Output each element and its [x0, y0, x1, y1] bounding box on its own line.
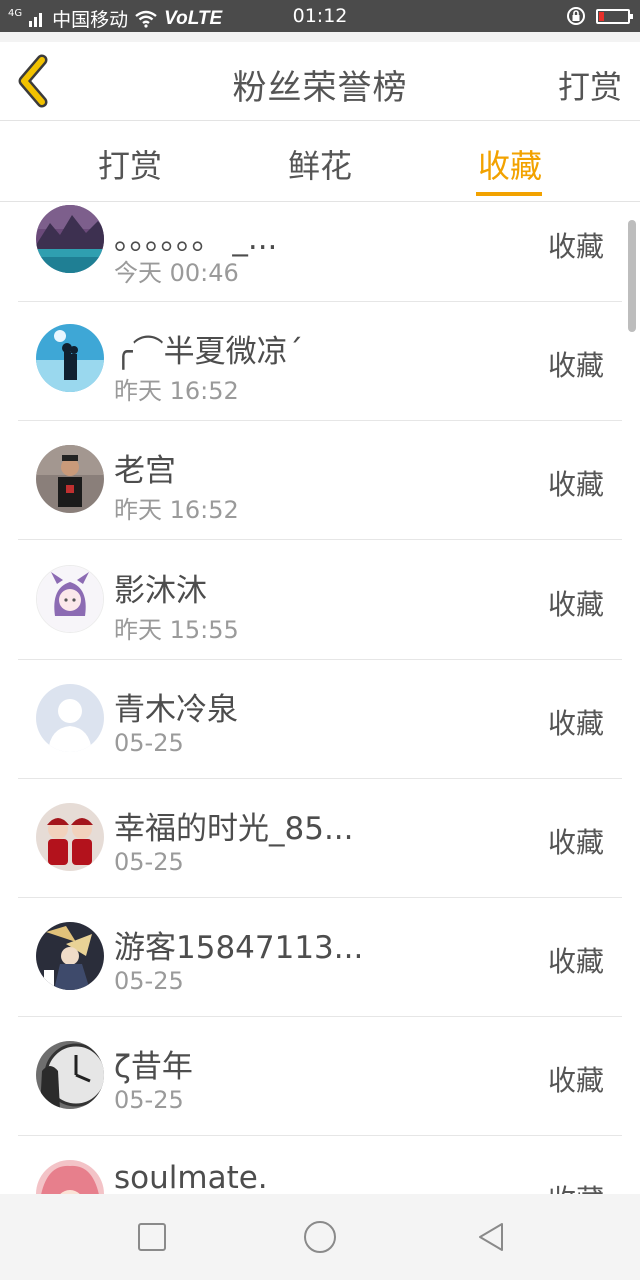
list-item[interactable]: 幸福的时光_85... 05-25 收藏	[0, 779, 640, 898]
avatar	[36, 205, 104, 273]
recent-apps-button[interactable]	[136, 1221, 168, 1253]
fan-name: 青木冷泉	[114, 692, 238, 728]
fan-action: 收藏	[547, 707, 604, 740]
tab-flowers[interactable]: 鲜花	[250, 141, 390, 187]
fan-time: 今天 00:46	[114, 259, 239, 287]
fan-time: 昨天 16:52	[114, 496, 239, 524]
tab-reward[interactable]: 打赏	[60, 141, 200, 187]
home-button[interactable]	[302, 1219, 338, 1255]
circle-icon	[304, 1221, 336, 1253]
triangle-back-icon	[479, 1223, 503, 1251]
avatar	[36, 565, 104, 633]
fan-action: 收藏	[547, 468, 604, 501]
avatar	[36, 922, 104, 990]
system-nav-bar	[0, 1194, 640, 1280]
status-gap	[0, 32, 640, 42]
list-item[interactable]: ╭⌒半夏微凉΄ 昨天 16:52 收藏	[0, 302, 640, 421]
scrollbar[interactable]	[628, 220, 636, 332]
avatar	[36, 1160, 104, 1194]
fan-name: ζ昔年	[114, 1049, 193, 1085]
fan-action: 收藏	[547, 230, 604, 263]
fan-time: 昨天 15:55	[114, 616, 239, 644]
fan-name: 游客15847113...	[114, 930, 364, 966]
fan-time: 05-25	[114, 729, 184, 757]
list-item[interactable]: 。。。。。。 _... 今天 00:46 收藏	[0, 202, 640, 302]
square-icon	[138, 1223, 166, 1251]
fan-time: 昨天 16:52	[114, 377, 239, 405]
fan-name: 影沐沐	[114, 573, 207, 609]
fan-name: soulmate.	[114, 1160, 268, 1194]
fan-time: 05-25	[114, 967, 184, 995]
tab-bar: 打赏 鲜花 收藏	[0, 121, 640, 202]
fan-name: 幸福的时光_85...	[114, 811, 354, 847]
fan-action: 收藏	[547, 826, 604, 859]
avatar	[36, 684, 104, 752]
list-item[interactable]: 青木冷泉 05-25 收藏	[0, 660, 640, 779]
reward-button[interactable]: 打赏	[558, 62, 622, 108]
list-item[interactable]: 老宫 昨天 16:52 收藏	[0, 421, 640, 540]
clock: 01:12	[292, 5, 348, 27]
list-item[interactable]: 影沐沐 昨天 15:55 收藏	[0, 541, 640, 660]
fan-action: 收藏	[547, 1064, 604, 1097]
list-item[interactable]: ζ昔年 05-25 收藏	[0, 1017, 640, 1136]
fan-action: 收藏	[547, 588, 604, 621]
rotation-lock-icon	[567, 7, 585, 25]
list-item[interactable]: 游客15847113... 05-25 收藏	[0, 898, 640, 1017]
avatar	[36, 324, 104, 392]
fan-action: 收藏	[547, 945, 604, 978]
active-tab-indicator	[476, 192, 542, 196]
tab-favorites[interactable]: 收藏	[440, 141, 580, 187]
divider	[18, 539, 622, 540]
avatar	[36, 803, 104, 871]
list-item[interactable]: soulmate. 收藏	[0, 1136, 640, 1194]
fan-time: 05-25	[114, 848, 184, 876]
avatar	[36, 445, 104, 513]
fan-time: 05-25	[114, 1086, 184, 1114]
fan-action: 收藏	[547, 349, 604, 382]
fan-name: 老宫	[114, 453, 176, 489]
page-header: 粉丝荣誉榜 打赏	[0, 42, 640, 121]
fan-name: ╭⌒半夏微凉΄	[114, 334, 304, 370]
battery-icon	[596, 8, 633, 24]
fan-action: 收藏	[548, 1178, 604, 1194]
avatar	[36, 1041, 104, 1109]
fan-list[interactable]: 。。。。。。 _... 今天 00:46 收藏 ╭⌒半夏微凉΄ 昨天 16:52…	[0, 202, 640, 1194]
fan-name: 。。。。。。 _...	[114, 221, 278, 257]
back-nav-button[interactable]	[476, 1221, 508, 1253]
page-title: 粉丝荣誉榜	[232, 68, 408, 108]
status-bar: 4G 中国移动 VoLTE 01:12	[0, 0, 640, 32]
